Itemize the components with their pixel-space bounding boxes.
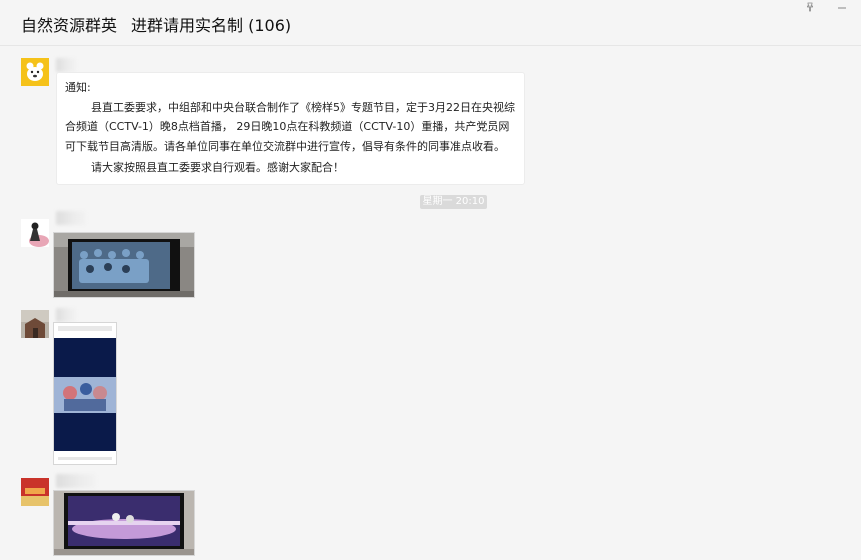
time-divider: 星期一 20:10 [420,195,487,209]
group-name: 自然资源群英 [21,16,118,35]
group-notice: 进群请用实名制 (106) [131,16,292,35]
chat-header: 自然资源群英 进群请用实名制 (106) [0,0,861,46]
message-bubble[interactable]: 通知: 县直工委要求，中组部和中央台联合制作了《榜样5》专题节目，定于3月22日… [56,72,525,185]
notice-closing: 请大家按照县直工委要求自行观看。感谢大家配合！ [91,161,344,174]
sender-avatar[interactable] [21,219,49,247]
pin-icon[interactable] [805,2,815,12]
sender-avatar[interactable] [21,310,49,338]
sender-name [56,308,76,322]
minimize-icon[interactable] [837,2,847,12]
sender-avatar[interactable] [21,478,49,506]
image-message[interactable] [53,490,195,556]
image-message[interactable] [53,232,195,298]
image-message[interactable] [53,322,117,465]
notice-body: 县直工委要求，中组部和中央台联合制作了《榜样5》专题节目，定于3月22日在央视综… [65,100,515,153]
window-controls [805,2,847,12]
sender-name [56,211,86,225]
notice-heading: 通知: [65,81,91,94]
sender-name [56,58,76,72]
sender-avatar[interactable] [21,58,49,86]
chat-title: 自然资源群英 进群请用实名制 (106) [21,12,291,36]
sender-name [56,474,96,488]
